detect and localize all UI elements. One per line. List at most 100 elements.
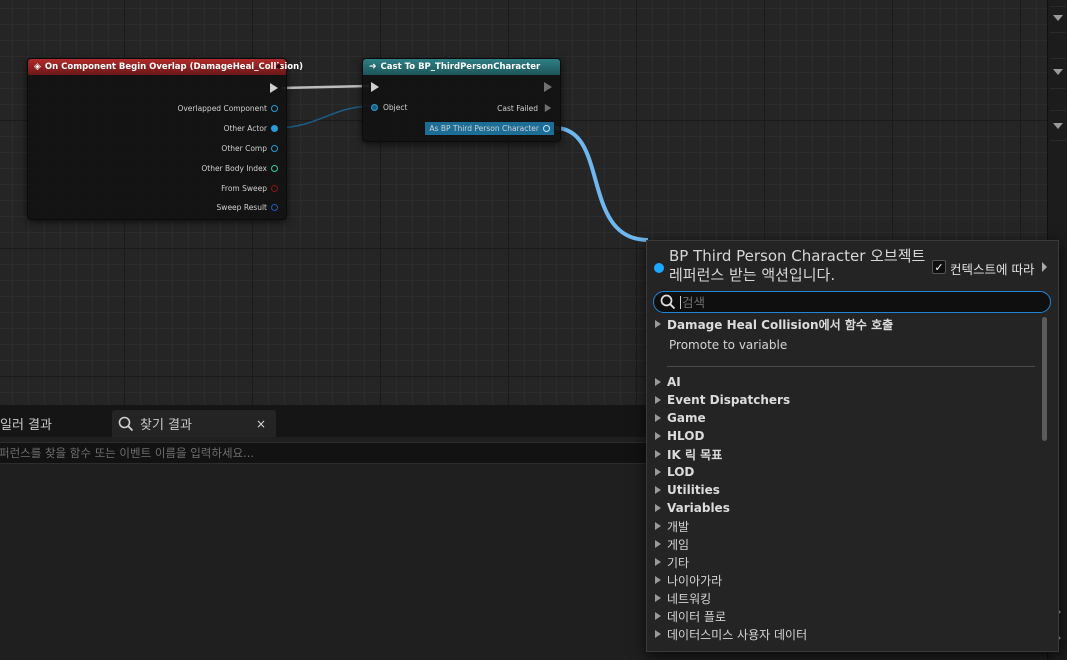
menu-category-label: AI (667, 375, 681, 389)
expand-arrow-icon (655, 468, 661, 476)
context-sensitive-label[interactable]: 컨텍스트에 따라 (950, 259, 1034, 278)
menu-category-utilities[interactable]: Utilities (655, 481, 720, 499)
menu-category-misc[interactable]: 기타 (655, 553, 689, 571)
menu-header: BP Third Person Character 오브젝트 레퍼런스 받는 액… (647, 241, 1058, 291)
pin-sweep-result[interactable]: Sweep Result (217, 203, 278, 212)
pin-label: From Sweep (221, 184, 267, 193)
menu-category-networking[interactable]: 네트워킹 (655, 589, 711, 607)
object-pin-dot-icon (654, 263, 664, 273)
pin-object[interactable]: Object (371, 103, 407, 112)
find-search-placeholder: 퍼런스를 찾을 함수 또는 이벤트 이름을 입력하세요... (0, 446, 255, 460)
exec-wire (281, 84, 370, 90)
exec-out-icon (544, 104, 552, 112)
menu-category-game[interactable]: Game (655, 409, 706, 427)
expand-arrow-icon (655, 432, 661, 440)
menu-search-input[interactable]: 검색 (653, 291, 1051, 313)
menu-item-call-function[interactable]: Damage Heal Collision에서 함수 호출 (655, 315, 893, 333)
overlap-event-node[interactable]: ◈ On Component Begin Overlap (DamageHeal… (27, 58, 303, 220)
menu-item-promote-variable[interactable]: Promote to variable (669, 336, 787, 354)
chevron-right-icon[interactable] (1042, 262, 1047, 272)
expand-arrow-icon (655, 504, 661, 512)
actor-object-wire (273, 105, 375, 129)
pin-label: Sweep Result (216, 203, 267, 212)
exec-in-icon (371, 82, 379, 92)
pin-other-actor[interactable]: Other Actor (224, 124, 278, 133)
menu-category-label: Utilities (667, 483, 720, 497)
menu-item-label: Damage Heal Collision에서 함수 호출 (667, 317, 894, 332)
menu-category-datasmith-user-data[interactable]: 데이터스미스 사용자 데이터 (655, 625, 807, 643)
expand-arrow-icon (655, 486, 661, 494)
exec-then-pin[interactable] (544, 82, 552, 92)
menu-category-development[interactable]: 개발 (655, 517, 689, 535)
exec-out-icon (544, 82, 552, 92)
chevron-down-icon[interactable] (1053, 15, 1063, 21)
menu-category-hlod[interactable]: HLOD (655, 427, 704, 445)
menu-category-label: IK 릭 목표 (667, 447, 723, 462)
expand-arrow-icon (655, 576, 661, 584)
pin-label: Other Body Index (201, 164, 267, 173)
object-pin-icon (543, 125, 550, 132)
chevron-down-icon[interactable] (1053, 69, 1063, 75)
expand-arrow-icon (655, 630, 661, 638)
object-pin-icon (271, 145, 278, 152)
menu-category-label: Variables (667, 501, 730, 515)
menu-category-label: 기타 (667, 555, 690, 570)
tab-label: 찾기 결과 (140, 418, 192, 433)
pin-from-sweep[interactable]: From Sweep (221, 184, 278, 193)
menu-category-lod[interactable]: LOD (655, 463, 694, 481)
strip-divider (1050, 140, 1066, 141)
menu-category-label: 개발 (667, 519, 690, 534)
menu-category-ai[interactable]: AI (655, 373, 681, 391)
menu-category-niagara[interactable]: 나이아가라 (655, 571, 722, 589)
menu-category-label: Game (667, 411, 706, 425)
menu-category-ik-rig-goal[interactable]: IK 릭 목표 (655, 445, 722, 463)
menu-action-list[interactable]: Damage Heal Collision에서 함수 호출 Promote to… (647, 315, 1039, 649)
expand-arrow-icon (655, 594, 661, 602)
tab-find-results[interactable]: 찾기 결과 × (112, 410, 276, 437)
menu-scrollbar[interactable] (1042, 317, 1047, 441)
tab-compiler-results[interactable]: 일러 결과 (0, 410, 112, 437)
node-close-dot (276, 64, 281, 69)
pin-other-body-index[interactable]: Other Body Index (201, 164, 278, 173)
menu-category-label: Event Dispatchers (667, 393, 791, 407)
menu-category-label: 나이아가라 (667, 573, 723, 588)
cast-node-title: Cast To BP_ThirdPersonCharacter (380, 62, 541, 72)
menu-category-variables[interactable]: Variables (655, 499, 730, 517)
menu-item-label: Promote to variable (669, 338, 788, 352)
menu-search-placeholder: 검색 (680, 294, 706, 310)
find-search-input[interactable]: 퍼런스를 찾을 함수 또는 이벤트 이름을 입력하세요... (0, 442, 652, 464)
menu-category-label: 데이터스미스 사용자 데이터 (667, 627, 808, 642)
menu-category-event-dispatchers[interactable]: Event Dispatchers (655, 391, 790, 409)
pin-label: Cast Failed (497, 103, 538, 113)
pin-overlapped-component[interactable]: Overlapped Component (177, 104, 278, 113)
boolean-pin-icon (271, 185, 278, 192)
strip-divider (1050, 58, 1066, 59)
expand-arrow-icon (655, 612, 661, 620)
expand-arrow-icon (655, 522, 661, 530)
strip-divider (1050, 6, 1066, 7)
pin-other-comp[interactable]: Other Comp (221, 144, 278, 153)
event-diamond-icon: ◈ (34, 62, 41, 72)
exec-out-pin[interactable] (270, 83, 278, 93)
object-pin-icon (271, 105, 278, 112)
chevron-down-icon[interactable] (1053, 123, 1063, 129)
overlap-event-title: On Component Begin Overlap (DamageHeal_C… (44, 62, 304, 72)
strip-divider (1050, 88, 1066, 89)
overlap-event-header[interactable]: ◈ On Component Begin Overlap (DamageHeal… (28, 59, 303, 75)
pin-cast-failed[interactable]: Cast Failed (497, 103, 552, 113)
pin-as-character[interactable]: As BP Third Person Character (425, 122, 554, 135)
context-sensitive-checkbox[interactable]: ✓ (932, 260, 946, 274)
tab-label: 일러 결과 (0, 418, 52, 433)
menu-category-label: 네트워킹 (667, 591, 712, 606)
cast-node-header[interactable]: ➜ Cast To BP_ThirdPersonCharacter (363, 59, 560, 75)
close-icon[interactable]: × (256, 417, 266, 431)
menu-category-data-flow[interactable]: 데이터 플로 (655, 607, 726, 625)
menu-category-game-kr[interactable]: 게임 (655, 535, 689, 553)
menu-category-label: 데이터 플로 (667, 609, 727, 624)
menu-title: BP Third Person Character 오브젝트 레퍼런스 받는 액… (669, 247, 926, 284)
exec-out-icon (270, 83, 278, 93)
pin-label: Other Actor (223, 124, 267, 133)
exec-in-pin[interactable] (371, 82, 379, 92)
menu-category-label: LOD (667, 465, 695, 479)
cast-node[interactable]: ➜ Cast To BP_ThirdPersonCharacter Object… (362, 58, 561, 142)
